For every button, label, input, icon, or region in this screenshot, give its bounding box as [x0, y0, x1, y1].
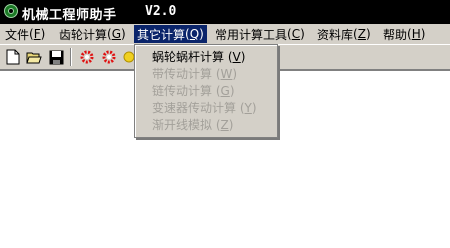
menu-help[interactable]: 帮助(H) — [380, 25, 428, 43]
app-gear-icon — [4, 4, 18, 18]
menu-item-transmission-calc: 变速器传动计算 (Y) — [152, 100, 257, 116]
menu-item-chain-drive-calc: 链传动计算 (G) — [152, 83, 235, 99]
menu-bar: 文件(F) 齿轮计算(G) 其它计算(Q) 常用计算工具(C) 资料库(Z) 帮… — [0, 24, 450, 44]
gear-red-icon[interactable] — [78, 48, 96, 66]
menu-other-calc[interactable]: 其它计算(Q) — [134, 25, 207, 43]
window-title: 机械工程师助手 — [22, 8, 117, 23]
menu-item-worm-gear-calc[interactable]: 蜗轮蜗杆计算 (V) — [135, 48, 277, 65]
save-icon[interactable] — [47, 48, 65, 66]
menu-item-belt-drive-calc: 带传动计算 (W) — [152, 66, 238, 82]
new-file-icon[interactable] — [4, 48, 22, 66]
window-version: V2.0 — [145, 4, 177, 19]
menu-library[interactable]: 资料库(Z) — [314, 25, 374, 43]
menu-common-tools[interactable]: 常用计算工具(C) — [212, 25, 308, 43]
gear-red-2-icon[interactable] — [100, 48, 118, 66]
menu-file[interactable]: 文件(F) — [2, 25, 48, 43]
title-bar: 机械工程师助手 V2.0 — [0, 0, 450, 24]
open-folder-icon[interactable] — [25, 48, 43, 66]
toolbar-separator — [70, 48, 72, 66]
menu-item-involute-sim: 渐开线模拟 (Z) — [152, 117, 234, 133]
menu-gear-calc[interactable]: 齿轮计算(G) — [56, 25, 129, 43]
other-calc-dropdown: 蜗轮蜗杆计算 (V) 带传动计算 (W) 链传动计算 (G) 变速器传动计算 (… — [134, 44, 278, 138]
